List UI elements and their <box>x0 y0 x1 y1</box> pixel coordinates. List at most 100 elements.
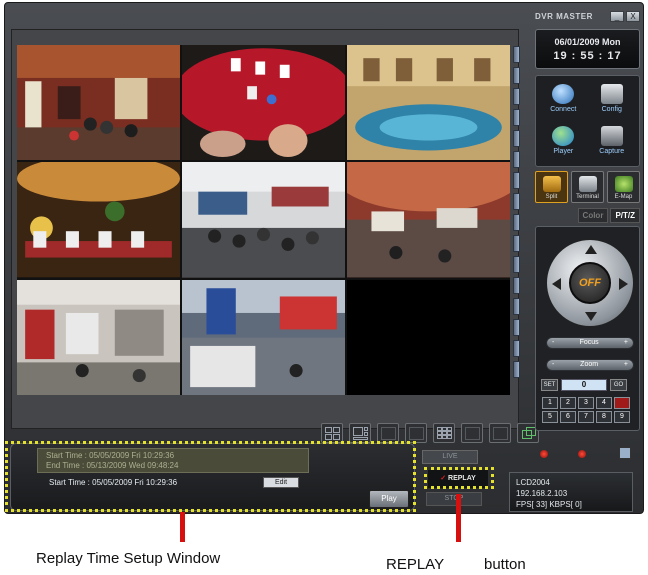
layout-8-split-icon[interactable] <box>377 423 399 443</box>
preset-bar: SET 0 GO <box>541 379 627 391</box>
camera-select-button[interactable] <box>513 256 520 273</box>
camera-tile-9[interactable] <box>347 279 510 395</box>
camera-select-button[interactable] <box>513 193 520 210</box>
pan-left-icon[interactable] <box>552 278 561 290</box>
mode-buttons: Split Terminal E-Map <box>535 171 640 203</box>
title-bar: DVR MASTER _ X <box>532 7 643 25</box>
camera-tile-4[interactable] <box>17 162 180 278</box>
control-panel: DVR MASTER _ X 06/01/2009 Mon 19 : 55 : … <box>532 7 643 469</box>
connect-button[interactable]: Connect <box>540 80 587 120</box>
camera-tile-5[interactable] <box>182 162 345 278</box>
split-label: Split <box>545 194 558 200</box>
focus-control[interactable]: - Focus + <box>546 337 634 349</box>
ptz-direction-dial[interactable]: OFF <box>546 239 634 327</box>
capture-label: Capture <box>599 148 625 155</box>
camera-select-button[interactable] <box>513 130 520 147</box>
focus-minus-icon: - <box>552 339 555 346</box>
live-button[interactable]: LIVE <box>422 450 478 464</box>
camera-select-button[interactable] <box>513 172 520 189</box>
connect-icon <box>552 84 575 104</box>
key-7[interactable]: 7 <box>578 411 594 423</box>
focus-label: Focus <box>579 339 599 346</box>
camera-tile-2[interactable] <box>182 45 345 161</box>
key-3[interactable]: 3 <box>578 397 594 409</box>
camera-select-button[interactable] <box>513 235 520 252</box>
pan-up-icon[interactable] <box>585 245 597 254</box>
stream-stats: FPS[ 33] KBPS[ 0] <box>516 500 582 509</box>
layout-6-split-icon[interactable] <box>349 423 371 443</box>
tab-ptz[interactable]: P/T/Z <box>610 208 640 223</box>
layout-16-split-icon[interactable] <box>489 423 511 443</box>
emap-mode-button[interactable]: E-Map <box>607 171 640 203</box>
camera-select-button[interactable] <box>513 88 520 105</box>
split-icon <box>543 176 561 192</box>
replay-caption-suffix: button <box>484 556 526 573</box>
key-clear[interactable] <box>614 397 630 409</box>
terminal-icon <box>579 176 597 192</box>
zoom-control[interactable]: - Zoom + <box>546 359 634 371</box>
layout-9-split-icon[interactable] <box>433 423 455 443</box>
tab-color[interactable]: Color <box>577 208 609 223</box>
camera-select-button[interactable] <box>513 151 520 168</box>
camera-select-button[interactable] <box>513 319 520 336</box>
status-lights <box>540 450 586 458</box>
key-8[interactable]: 8 <box>596 411 612 423</box>
preset-go-button[interactable]: GO <box>610 379 627 391</box>
key-9[interactable]: 9 <box>614 411 630 423</box>
clock-time: 19 : 55 : 17 <box>553 50 622 62</box>
terminal-label: Terminal <box>576 194 599 200</box>
snapshot-icon[interactable] <box>619 447 631 459</box>
close-button[interactable]: X <box>626 10 640 22</box>
stop-button[interactable]: STOP <box>426 492 482 506</box>
alarm-status-icon <box>578 450 586 458</box>
camera-tile-7[interactable] <box>17 279 180 395</box>
camera-tile-1[interactable] <box>17 45 180 161</box>
config-label: Config <box>601 106 622 113</box>
key-4[interactable]: 4 <box>596 397 612 409</box>
emap-label: E-Map <box>614 194 633 200</box>
camera-select-button[interactable] <box>513 298 520 315</box>
preset-display: 0 <box>561 379 607 391</box>
capture-button[interactable]: Capture <box>589 122 636 162</box>
connection-info: LCD2004 192.168.2.103 FPS[ 33] KBPS[ 0] <box>509 472 633 512</box>
camera-tile-3[interactable] <box>347 45 510 161</box>
key-5[interactable]: 5 <box>542 411 558 423</box>
camera-select-button[interactable] <box>513 361 520 378</box>
key-6[interactable]: 6 <box>560 411 576 423</box>
camera-select-button[interactable] <box>513 109 520 126</box>
ptz-off-button[interactable]: OFF <box>569 262 611 304</box>
key-2[interactable]: 2 <box>560 397 576 409</box>
pan-right-icon[interactable] <box>619 278 628 290</box>
layout-10-split-icon[interactable] <box>405 423 427 443</box>
layout-4-split-icon[interactable] <box>321 423 343 443</box>
replay-pointer <box>456 494 461 542</box>
config-button[interactable]: Config <box>589 80 636 120</box>
player-button[interactable]: Player <box>540 122 587 162</box>
video-panel <box>11 29 520 429</box>
camera-tile-6[interactable] <box>347 162 510 278</box>
camera-select-button[interactable] <box>513 214 520 231</box>
camera-select-button[interactable] <box>513 67 520 84</box>
camera-select-button[interactable] <box>513 340 520 357</box>
clock-date: 06/01/2009 Mon <box>554 37 621 47</box>
player-label: Player <box>553 148 574 155</box>
ptz-control: OFF - Focus + - Zoom + SET 0 GO 1 2 3 4 <box>535 226 640 431</box>
camera-select-button[interactable] <box>513 277 520 294</box>
terminal-mode-button[interactable]: Terminal <box>571 171 604 203</box>
emap-icon <box>615 176 633 192</box>
dvr-window: DVR MASTER _ X 06/01/2009 Mon 19 : 55 : … <box>4 2 644 514</box>
minimize-button[interactable]: _ <box>610 10 624 22</box>
record-status-icon <box>540 450 548 458</box>
pan-down-icon[interactable] <box>585 312 597 321</box>
device-ip: 192.168.2.103 <box>516 489 568 498</box>
split-mode-button[interactable]: Split <box>535 171 568 203</box>
preset-set-button[interactable]: SET <box>541 379 558 391</box>
layout-13-split-icon[interactable] <box>461 423 483 443</box>
camera-select-button[interactable] <box>513 46 520 63</box>
config-icon <box>600 84 623 104</box>
camera-tile-8[interactable] <box>182 279 345 395</box>
key-1[interactable]: 1 <box>542 397 558 409</box>
setup-pointer <box>180 512 185 542</box>
capture-icon <box>600 126 623 146</box>
preset-keypad: 1 2 3 4 5 6 7 8 9 <box>542 397 630 423</box>
